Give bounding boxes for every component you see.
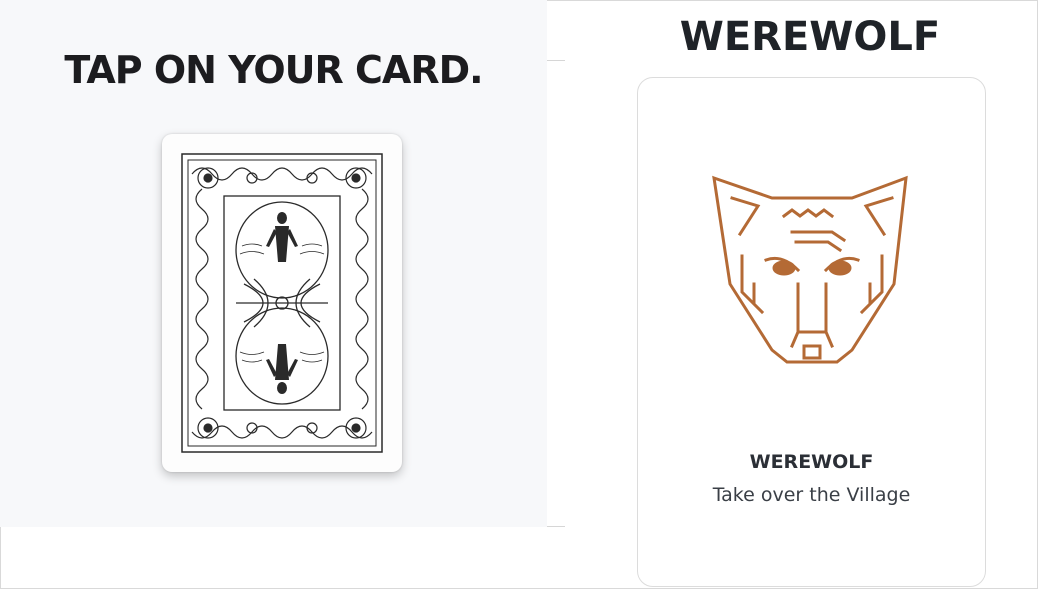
role-card[interactable]: WEREWOLF Take over the Village (637, 77, 986, 587)
role-heading: WEREWOLF (679, 14, 941, 60)
card-back-pattern-icon (181, 153, 383, 453)
divider-top (547, 60, 565, 61)
face-down-card[interactable] (162, 134, 402, 472)
role-name: WEREWOLF (749, 451, 874, 473)
role-description: Take over the Village (712, 484, 911, 506)
instruction-title: TAP ON YOUR CARD. (64, 48, 483, 92)
divider-bottom (547, 526, 565, 527)
card-reveal-panel: TAP ON YOUR CARD. (0, 0, 547, 527)
wolf-head-icon (712, 175, 908, 364)
